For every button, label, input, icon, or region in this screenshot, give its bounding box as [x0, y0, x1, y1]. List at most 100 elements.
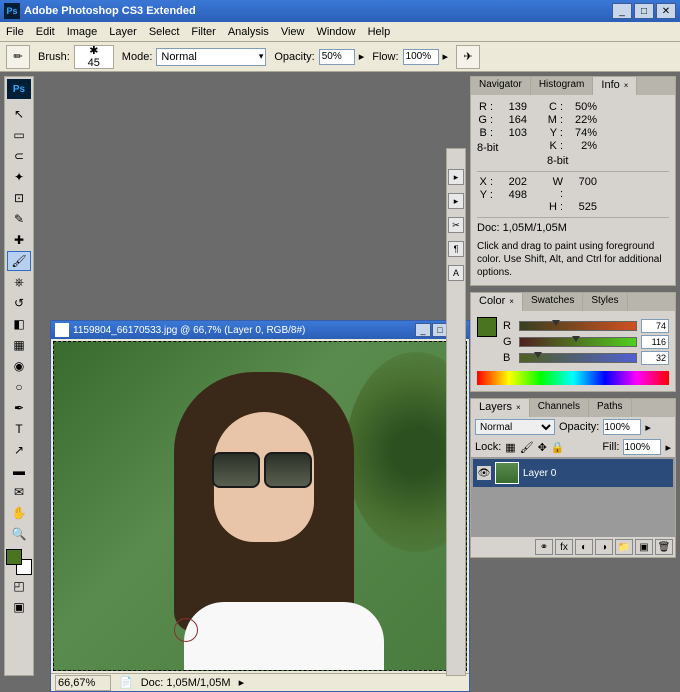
menu-analysis[interactable]: Analysis: [228, 26, 269, 38]
pen-tool[interactable]: ✒: [7, 398, 31, 418]
delete-layer-icon[interactable]: 🗑: [655, 539, 673, 555]
brush-label: Brush:: [38, 51, 70, 63]
color-picker[interactable]: [6, 549, 32, 575]
eyedropper-tool[interactable]: ✎: [7, 209, 31, 229]
lock-transparency-icon[interactable]: ▦: [505, 441, 515, 454]
layer-opacity-flyout-icon[interactable]: ▸: [645, 421, 651, 434]
layer-fill-flyout-icon[interactable]: ▸: [665, 441, 671, 454]
brush-tool[interactable]: 🖌: [7, 251, 31, 271]
type-tool[interactable]: T: [7, 419, 31, 439]
dockicon-4[interactable]: ¶: [448, 241, 464, 257]
marquee-tool[interactable]: ▭: [7, 125, 31, 145]
tab-styles[interactable]: Styles: [583, 293, 627, 311]
info-hint: Click and drag to paint using foreground…: [477, 240, 669, 279]
flow-label: Flow:: [372, 51, 398, 63]
info-docsize: Doc: 1,05M/1,05M: [477, 217, 669, 234]
flow-input[interactable]: [403, 49, 439, 65]
tab-navigator[interactable]: Navigator: [471, 77, 531, 95]
move-tool[interactable]: ↖: [7, 104, 31, 124]
layers-panel: Layers× Channels Paths Normal Opacity: ▸…: [470, 398, 676, 558]
menu-layer[interactable]: Layer: [109, 26, 137, 38]
tab-histogram[interactable]: Histogram: [531, 77, 594, 95]
adjustment-layer-icon[interactable]: ◑: [595, 539, 613, 555]
menu-select[interactable]: Select: [149, 26, 180, 38]
eraser-tool[interactable]: ◧: [7, 314, 31, 334]
blur-tool[interactable]: ◉: [7, 356, 31, 376]
menu-view[interactable]: View: [281, 26, 305, 38]
group-icon[interactable]: 📁: [615, 539, 633, 555]
history-brush-tool[interactable]: ↺: [7, 293, 31, 313]
dockicon-2[interactable]: ▸: [448, 193, 464, 209]
wand-tool[interactable]: ✦: [7, 167, 31, 187]
layer-name[interactable]: Layer 0: [523, 468, 556, 479]
healing-tool[interactable]: ✚: [7, 230, 31, 250]
tab-channels[interactable]: Channels: [530, 399, 589, 417]
layer-mask-icon[interactable]: ◐: [575, 539, 593, 555]
color-spectrum[interactable]: [477, 371, 669, 385]
flow-flyout-icon[interactable]: ▸: [443, 50, 449, 63]
notes-tool[interactable]: ✉: [7, 482, 31, 502]
shape-tool[interactable]: ▬: [7, 461, 31, 481]
info-wh: W :700 H :525: [547, 176, 597, 213]
document-titlebar[interactable]: 1159804_66170533.jpg @ 66,7% (Layer 0, R…: [51, 321, 469, 339]
new-layer-icon[interactable]: ▣: [635, 539, 653, 555]
dockicon-3[interactable]: ✂: [448, 217, 464, 233]
lock-position-icon[interactable]: ✥: [538, 441, 547, 454]
info-panel: Navigator Histogram Info× R :139 G :164 …: [470, 76, 676, 286]
zoom-tool[interactable]: 🔍: [7, 524, 31, 544]
layer-blend-dropdown[interactable]: Normal: [475, 419, 555, 435]
lock-pixels-icon[interactable]: 🖌: [520, 441, 534, 454]
layer-row[interactable]: 👁 Layer 0: [473, 459, 673, 487]
gradient-tool[interactable]: ▦: [7, 335, 31, 355]
slider-g[interactable]: G: [503, 335, 669, 349]
status-flyout-icon[interactable]: ▸: [239, 676, 245, 689]
slider-b[interactable]: B: [503, 351, 669, 365]
tab-info[interactable]: Info×: [593, 77, 637, 95]
tool-preset-button[interactable]: ✏: [6, 45, 30, 69]
color-swatch-fg[interactable]: [477, 317, 497, 337]
screenmode-button[interactable]: ▣: [7, 597, 31, 617]
tab-swatches[interactable]: Swatches: [523, 293, 583, 311]
close-button[interactable]: ✕: [656, 3, 676, 19]
doc-minimize-button[interactable]: _: [415, 323, 431, 337]
document-canvas[interactable]: [53, 341, 467, 671]
tab-paths[interactable]: Paths: [589, 399, 632, 417]
hand-tool[interactable]: ✋: [7, 503, 31, 523]
airbrush-button[interactable]: ✈: [456, 45, 480, 69]
menu-file[interactable]: File: [6, 26, 24, 38]
document-window[interactable]: 1159804_66170533.jpg @ 66,7% (Layer 0, R…: [50, 320, 470, 692]
brush-preset-picker[interactable]: ✱45: [74, 45, 114, 69]
zoom-level[interactable]: 66,67%: [55, 675, 111, 691]
tab-layers[interactable]: Layers×: [471, 399, 530, 417]
lock-all-icon[interactable]: 🔒: [551, 441, 565, 454]
lasso-tool[interactable]: ⊂: [7, 146, 31, 166]
layer-opacity-input[interactable]: [603, 419, 641, 435]
crop-tool[interactable]: ⊡: [7, 188, 31, 208]
tab-color[interactable]: Color×: [471, 293, 523, 311]
slider-r[interactable]: R: [503, 319, 669, 333]
menu-filter[interactable]: Filter: [191, 26, 215, 38]
minimize-button[interactable]: _: [612, 3, 632, 19]
menu-edit[interactable]: Edit: [36, 26, 55, 38]
layer-style-icon[interactable]: fx: [555, 539, 573, 555]
menu-image[interactable]: Image: [67, 26, 98, 38]
dockicon-1[interactable]: ▸: [448, 169, 464, 185]
menu-help[interactable]: Help: [368, 26, 391, 38]
foreground-color[interactable]: [6, 549, 22, 565]
blend-mode-dropdown[interactable]: Normal: [156, 48, 266, 66]
menu-window[interactable]: Window: [316, 26, 355, 38]
maximize-button[interactable]: □: [634, 3, 654, 19]
stamp-tool[interactable]: ⎈: [7, 272, 31, 292]
dockicon-5[interactable]: A: [448, 265, 464, 281]
opacity-flyout-icon[interactable]: ▸: [359, 50, 365, 63]
dodge-tool[interactable]: ○: [7, 377, 31, 397]
menu-bar: File Edit Image Layer Select Filter Anal…: [0, 22, 680, 42]
layer-fill-input[interactable]: [623, 439, 661, 455]
visibility-icon[interactable]: 👁: [477, 466, 491, 480]
opacity-input[interactable]: [319, 49, 355, 65]
layer-thumbnail[interactable]: [495, 462, 519, 484]
quickmask-button[interactable]: ◰: [7, 576, 31, 596]
mode-label: Mode:: [122, 51, 153, 63]
path-tool[interactable]: ↗: [7, 440, 31, 460]
link-layers-icon[interactable]: ⚭: [535, 539, 553, 555]
